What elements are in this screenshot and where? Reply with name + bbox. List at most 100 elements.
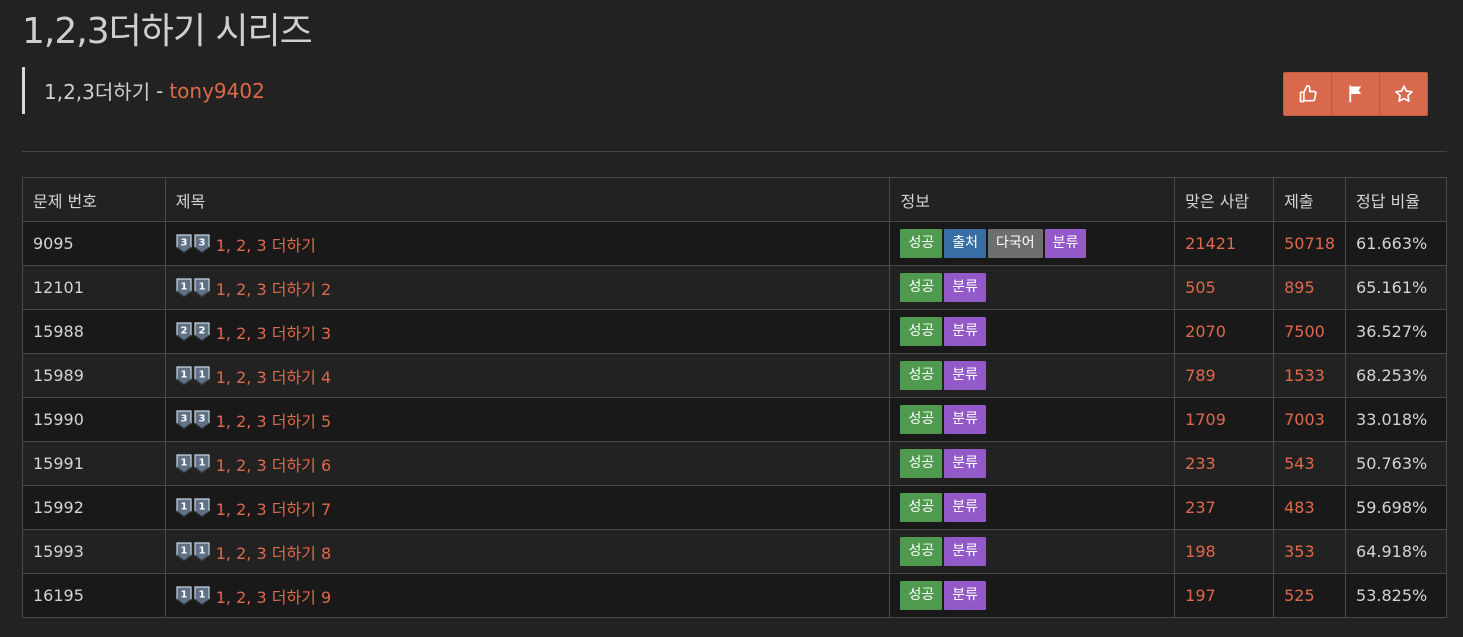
accept-ratio: 68.253% bbox=[1345, 353, 1447, 398]
problem-id-link[interactable]: 15988 bbox=[33, 322, 84, 341]
category-badge[interactable]: 분류 bbox=[944, 361, 987, 390]
submission-count-link[interactable]: 7500 bbox=[1284, 322, 1325, 341]
header-submissions[interactable]: 제출 bbox=[1273, 177, 1347, 222]
problem-id-link[interactable]: 9095 bbox=[33, 234, 74, 253]
problem-id: 15988 bbox=[22, 309, 166, 354]
category-badge[interactable]: 분류 bbox=[944, 581, 987, 610]
solved-count-link[interactable]: 789 bbox=[1185, 366, 1216, 385]
solved-count-cell: 197 bbox=[1174, 573, 1275, 618]
tier-silver-1-icon: 1 bbox=[176, 586, 192, 605]
tier-silver-3-icon: 3 bbox=[176, 410, 192, 429]
submission-count-link[interactable]: 353 bbox=[1284, 542, 1315, 561]
like-button[interactable] bbox=[1284, 73, 1332, 115]
action-button-group bbox=[1283, 72, 1428, 116]
success-badge[interactable]: 성공 bbox=[900, 405, 943, 434]
solved-count-link[interactable]: 2070 bbox=[1185, 322, 1226, 341]
solved-count-link[interactable]: 505 bbox=[1185, 278, 1216, 297]
table-row: 9095 3 3 1, 2, 3 더하기 성공 출처 다국어 분류 21421 50718 61.6… bbox=[22, 221, 1447, 266]
success-badge[interactable]: 성공 bbox=[900, 273, 943, 302]
solved-count-link[interactable]: 233 bbox=[1185, 454, 1216, 473]
header-ratio[interactable]: 정답 비율 bbox=[1345, 177, 1447, 222]
category-badge[interactable]: 분류 bbox=[944, 537, 987, 566]
multilang-badge[interactable]: 다국어 bbox=[988, 229, 1043, 258]
category-badge[interactable]: 분류 bbox=[944, 405, 987, 434]
success-badge[interactable]: 성공 bbox=[900, 581, 943, 610]
problem-id: 15993 bbox=[22, 529, 166, 574]
solved-count-cell: 1709 bbox=[1174, 397, 1275, 442]
solved-count-link[interactable]: 1709 bbox=[1185, 410, 1226, 429]
svg-text:1: 1 bbox=[198, 370, 205, 381]
table-row: 15993 1 1 1, 2, 3 더하기 8 성공 분류 198 353 64.918% bbox=[22, 529, 1447, 574]
svg-text:1: 1 bbox=[180, 458, 187, 469]
header-solved[interactable]: 맞은 사람 bbox=[1174, 177, 1275, 222]
problem-table: 문제 번호 제목 정보 맞은 사람 제출 정답 비율 9095 3 3 1, 2, 3… bbox=[22, 177, 1447, 618]
tier-badge: 11 bbox=[176, 586, 210, 605]
problem-id-link[interactable]: 15991 bbox=[33, 454, 84, 473]
problem-info-cell: 성공 분류 bbox=[889, 309, 1176, 354]
tier-silver-1-icon: 1 bbox=[176, 542, 192, 561]
problem-title-link[interactable]: 1, 2, 3 더하기 7 bbox=[216, 500, 331, 519]
category-badge[interactable]: 분류 bbox=[944, 273, 987, 302]
tier-badge: 11 bbox=[176, 454, 210, 473]
problem-title-cell: 3 3 1, 2, 3 더하기 5 bbox=[164, 397, 891, 442]
report-button[interactable] bbox=[1332, 73, 1380, 115]
submission-count-link[interactable]: 1533 bbox=[1284, 366, 1325, 385]
category-badge[interactable]: 분류 bbox=[944, 449, 987, 478]
problem-id-link[interactable]: 16195 bbox=[33, 586, 84, 605]
solved-count-link[interactable]: 237 bbox=[1185, 498, 1216, 517]
problem-id: 16195 bbox=[22, 573, 166, 618]
category-badge[interactable]: 분류 bbox=[1044, 229, 1087, 258]
submission-count-cell: 525 bbox=[1273, 573, 1347, 618]
svg-text:2: 2 bbox=[198, 326, 205, 337]
author-link[interactable]: tony9402 bbox=[169, 79, 265, 103]
header-title[interactable]: 제목 bbox=[164, 177, 891, 222]
header-info[interactable]: 정보 bbox=[889, 177, 1176, 222]
submission-count-cell: 543 bbox=[1273, 441, 1347, 486]
category-badge[interactable]: 분류 bbox=[944, 317, 987, 346]
problem-id-link[interactable]: 15993 bbox=[33, 542, 84, 561]
tier-silver-1-icon: 1 bbox=[176, 278, 192, 297]
problem-id-link[interactable]: 12101 bbox=[33, 278, 84, 297]
problem-title-link[interactable]: 1, 2, 3 더하기 9 bbox=[216, 588, 331, 607]
problem-title-link[interactable]: 1, 2, 3 더하기 8 bbox=[216, 544, 331, 563]
problem-title-link[interactable]: 1, 2, 3 더하기 6 bbox=[216, 456, 331, 475]
success-badge[interactable]: 성공 bbox=[900, 317, 943, 346]
source-badge[interactable]: 출처 bbox=[944, 229, 987, 258]
solved-count-link[interactable]: 198 bbox=[1185, 542, 1216, 561]
problem-title-cell: 3 3 1, 2, 3 더하기 bbox=[164, 221, 891, 266]
solved-count-cell: 2070 bbox=[1174, 309, 1275, 354]
success-badge[interactable]: 성공 bbox=[900, 229, 943, 258]
tier-badge: 11 bbox=[176, 542, 210, 561]
problem-title-link[interactable]: 1, 2, 3 더하기 2 bbox=[216, 280, 331, 299]
svg-text:1: 1 bbox=[180, 546, 187, 557]
solved-count-cell: 233 bbox=[1174, 441, 1275, 486]
tier-silver-3-icon: 3 bbox=[194, 410, 210, 429]
problem-id-link[interactable]: 15989 bbox=[33, 366, 84, 385]
favorite-button[interactable] bbox=[1380, 73, 1427, 115]
problem-id-link[interactable]: 15992 bbox=[33, 498, 84, 517]
success-badge[interactable]: 성공 bbox=[900, 493, 943, 522]
problem-id-link[interactable]: 15990 bbox=[33, 410, 84, 429]
success-badge[interactable]: 성공 bbox=[900, 537, 943, 566]
submission-count-link[interactable]: 895 bbox=[1284, 278, 1315, 297]
problem-title-link[interactable]: 1, 2, 3 더하기 4 bbox=[216, 368, 331, 387]
category-badge[interactable]: 분류 bbox=[944, 493, 987, 522]
solved-count-link[interactable]: 197 bbox=[1185, 586, 1216, 605]
tier-silver-1-icon: 1 bbox=[194, 586, 210, 605]
success-badge[interactable]: 성공 bbox=[900, 361, 943, 390]
submission-count-link[interactable]: 543 bbox=[1284, 454, 1315, 473]
accept-ratio: 65.161% bbox=[1345, 265, 1447, 310]
problem-id: 15992 bbox=[22, 485, 166, 530]
submission-count-link[interactable]: 50718 bbox=[1284, 234, 1335, 253]
problem-title-link[interactable]: 1, 2, 3 더하기 bbox=[216, 236, 316, 255]
success-badge[interactable]: 성공 bbox=[900, 449, 943, 478]
submission-count-link[interactable]: 7003 bbox=[1284, 410, 1325, 429]
solved-count-link[interactable]: 21421 bbox=[1185, 234, 1236, 253]
problem-title-link[interactable]: 1, 2, 3 더하기 3 bbox=[216, 324, 331, 343]
submission-count-link[interactable]: 525 bbox=[1284, 586, 1315, 605]
header-problem-id[interactable]: 문제 번호 bbox=[22, 177, 166, 222]
problem-title-link[interactable]: 1, 2, 3 더하기 5 bbox=[216, 412, 331, 431]
submission-count-link[interactable]: 483 bbox=[1284, 498, 1315, 517]
star-icon bbox=[1394, 85, 1413, 102]
svg-text:3: 3 bbox=[180, 238, 187, 249]
